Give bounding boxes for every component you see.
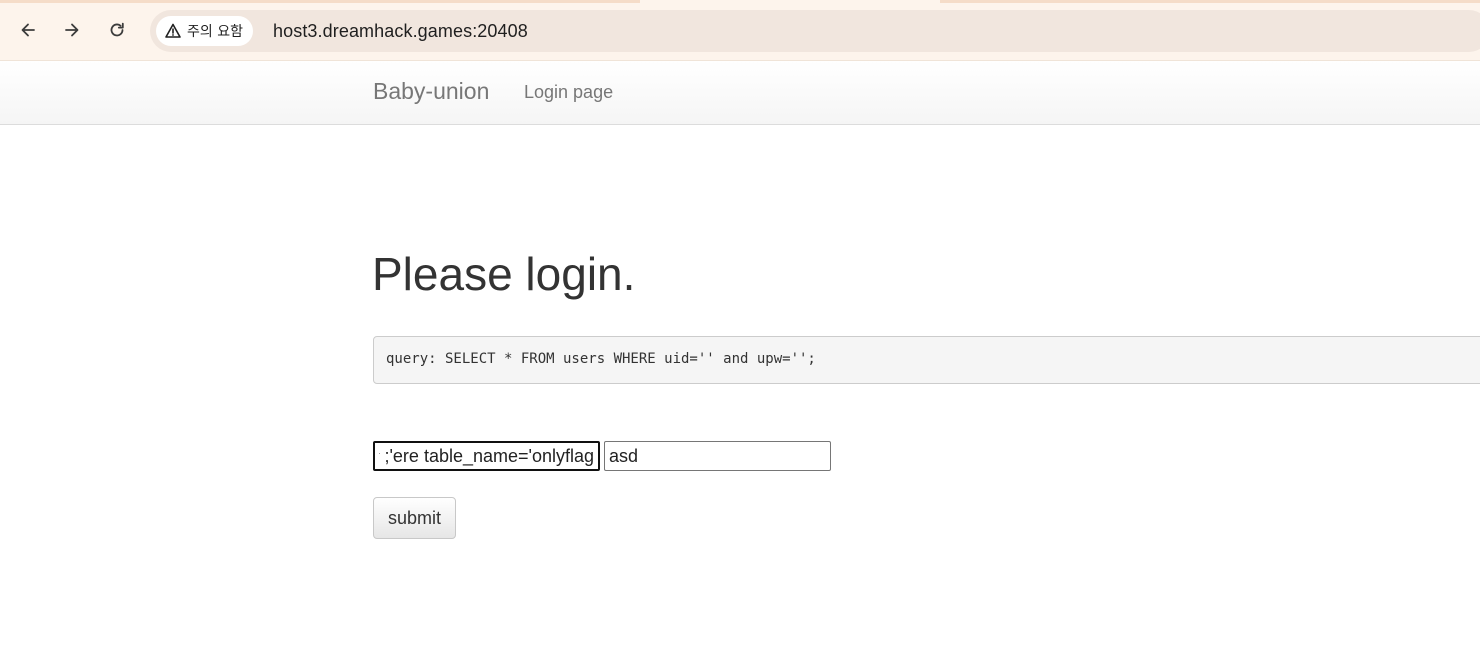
- address-bar[interactable]: 주의 요함 host3.dreamhack.games:20408: [150, 10, 1480, 52]
- tab-strip-edge: [940, 0, 1480, 3]
- warning-triangle-icon: [165, 23, 181, 38]
- forward-button[interactable]: [59, 17, 85, 43]
- navbar-brand[interactable]: Baby-union: [373, 78, 489, 105]
- page-title: Please login.: [372, 248, 636, 300]
- back-arrow-icon: [21, 23, 35, 37]
- reload-button[interactable]: [104, 17, 130, 43]
- reload-icon: [110, 22, 124, 37]
- query-display: query: SELECT * FROM users WHERE uid='' …: [373, 336, 1480, 384]
- forward-arrow-icon: [65, 23, 79, 37]
- back-button[interactable]: [15, 17, 41, 43]
- site-navbar: Baby-union Login page: [0, 61, 1480, 125]
- security-indicator[interactable]: 주의 요함: [156, 16, 253, 46]
- submit-button[interactable]: submit: [373, 497, 456, 539]
- url-text[interactable]: host3.dreamhack.games:20408: [273, 21, 528, 42]
- nav-link-login[interactable]: Login page: [524, 82, 613, 103]
- browser-toolbar: 주의 요함 host3.dreamhack.games:20408: [0, 0, 1480, 61]
- uid-input[interactable]: [373, 441, 600, 471]
- security-label: 주의 요함: [187, 24, 243, 40]
- upw-input[interactable]: [604, 441, 831, 471]
- tab-strip-edge: [0, 0, 640, 3]
